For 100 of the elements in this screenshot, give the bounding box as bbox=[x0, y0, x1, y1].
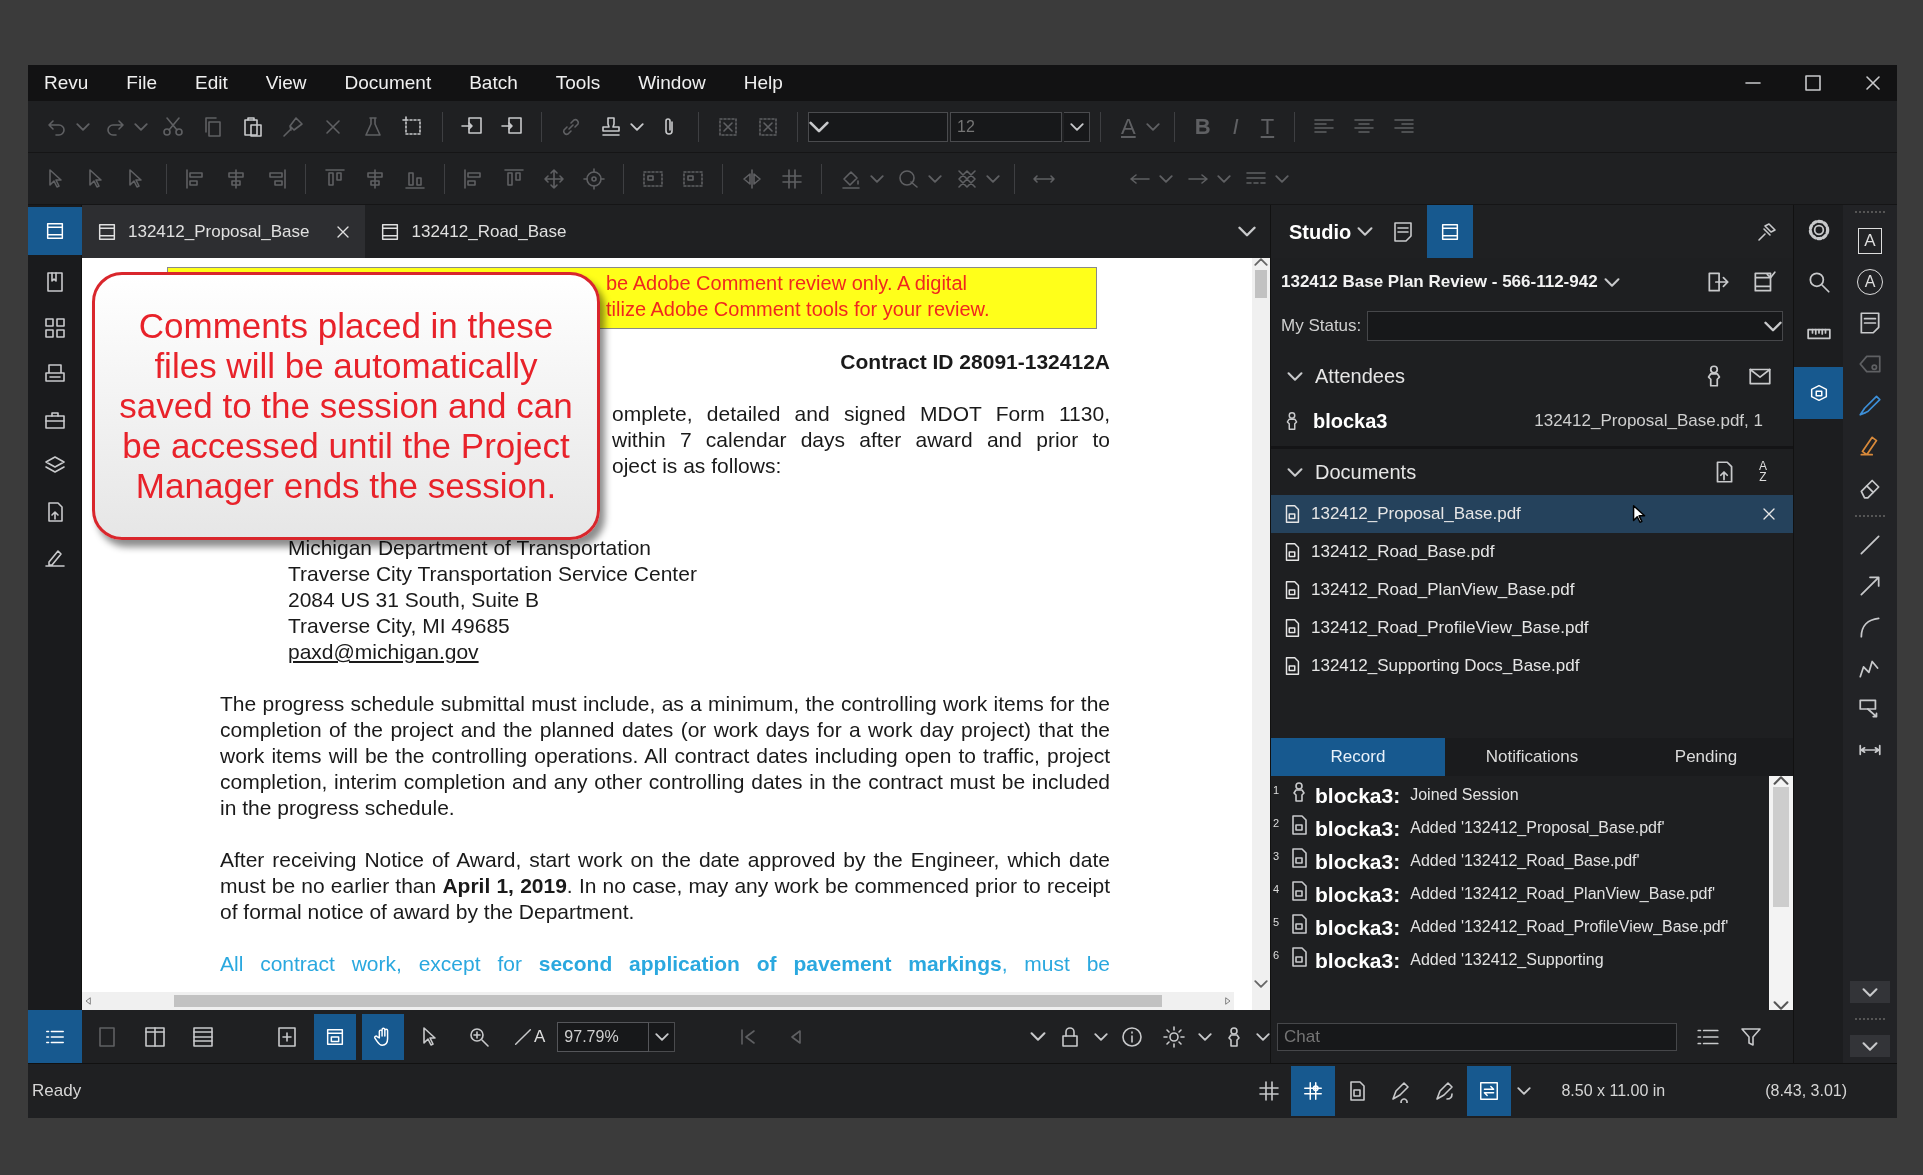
text-select-button[interactable]: A bbox=[506, 1022, 552, 1051]
record-text: Added '132412_Road_Base.pdf' bbox=[1410, 851, 1640, 871]
scroll-thumb[interactable] bbox=[174, 995, 1162, 1007]
caret-icon bbox=[1862, 987, 1878, 997]
info-icon[interactable] bbox=[1120, 1024, 1144, 1049]
document-row[interactable]: 132412_Road_PlanView_Base.pdf bbox=[1271, 571, 1793, 609]
user-name: blocka3: bbox=[1315, 816, 1401, 842]
section-toggle[interactable]: Documents bbox=[1281, 456, 1423, 488]
user-name: blocka3: bbox=[1315, 948, 1401, 974]
studio-menu[interactable]: Studio bbox=[1283, 215, 1380, 248]
menu-item[interactable]: Help bbox=[743, 68, 799, 98]
attendee-name: blocka3 bbox=[1313, 409, 1388, 434]
coordinates-text: (8.43, 3.01) bbox=[1765, 1081, 1847, 1101]
arrow-icon[interactable] bbox=[1857, 573, 1883, 599]
record-text: Joined Session bbox=[1410, 785, 1519, 805]
row-number: 2 bbox=[1273, 816, 1281, 831]
page-frame-button[interactable] bbox=[27, 207, 82, 255]
address-line: Traverse City, MI 49685 bbox=[288, 613, 511, 639]
row-number: 6 bbox=[1273, 948, 1281, 963]
address-line: Traverse City Transportation Service Center bbox=[288, 561, 698, 587]
row-number: 5 bbox=[1273, 915, 1281, 930]
menu-item[interactable]: Window bbox=[638, 68, 722, 98]
grid-icon[interactable] bbox=[42, 316, 67, 340]
menu-item[interactable]: Revu bbox=[44, 68, 105, 98]
scroll-down-button[interactable] bbox=[1850, 1035, 1890, 1057]
exit-icon[interactable] bbox=[1705, 269, 1731, 295]
menu-item[interactable]: File bbox=[126, 68, 173, 98]
section-toggle[interactable]: Attendees bbox=[1281, 360, 1412, 392]
menu-item[interactable]: Document bbox=[344, 68, 448, 98]
list-button[interactable] bbox=[27, 1010, 82, 1063]
panel-tab[interactable]: Notifications bbox=[1445, 738, 1619, 776]
scroll-down-button[interactable] bbox=[1850, 981, 1890, 1003]
caret-icon bbox=[1069, 122, 1084, 131]
sort-button[interactable]: A Z bbox=[1753, 460, 1773, 484]
document-row[interactable]: 132412_Supporting Docs_Base.pdf bbox=[1271, 647, 1793, 685]
pen-icon[interactable] bbox=[1857, 392, 1883, 418]
vertical-scrollbar[interactable] bbox=[1769, 776, 1793, 1010]
page-plus-icon[interactable] bbox=[275, 1024, 299, 1049]
target-icon[interactable] bbox=[582, 166, 606, 191]
brush-icon[interactable] bbox=[281, 114, 305, 139]
clipboard-icon[interactable] bbox=[241, 114, 265, 139]
text-box-tool[interactable]: A bbox=[1858, 228, 1882, 254]
attendee-detail: 132412_Proposal_Base.pdf, 1 bbox=[1534, 410, 1763, 433]
sync-button[interactable] bbox=[1467, 1066, 1512, 1116]
page-frame-button[interactable] bbox=[1427, 205, 1474, 258]
page-size-text: 8.50 x 11.00 in bbox=[1561, 1081, 1666, 1101]
split-v-icon[interactable] bbox=[143, 1024, 167, 1049]
caret-icon bbox=[1862, 1041, 1878, 1051]
document-row[interactable]: 132412_Proposal_Base.pdf bbox=[1271, 495, 1793, 533]
hash-icon[interactable] bbox=[780, 166, 804, 191]
user-name: blocka3: bbox=[1315, 882, 1401, 908]
scroll-up-icon bbox=[1773, 776, 1789, 785]
record-text: Added '132412_Proposal_Base.pdf' bbox=[1410, 818, 1665, 838]
zoom-field[interactable]: 97.79% bbox=[557, 1021, 650, 1052]
user-name: blocka3: bbox=[1315, 849, 1401, 875]
horizontal-scrollbar[interactable] bbox=[82, 992, 1234, 1010]
scroll-down-icon bbox=[1254, 980, 1268, 988]
record-text: Added '132412_Supporting bbox=[1410, 950, 1604, 970]
split-h-icon[interactable] bbox=[191, 1024, 215, 1049]
document-row[interactable]: 132412_Road_Base.pdf bbox=[1271, 533, 1793, 571]
flip-icon[interactable] bbox=[740, 166, 764, 191]
status-label: My Status: bbox=[1281, 315, 1362, 338]
menu-item[interactable]: Tools bbox=[555, 68, 617, 98]
sun-icon[interactable] bbox=[1162, 1024, 1186, 1049]
fit-page-button[interactable] bbox=[314, 1013, 356, 1060]
document-row[interactable]: 132412_Road_ProfileView_Base.pdf bbox=[1271, 609, 1793, 647]
frame-check-icon[interactable] bbox=[1751, 269, 1777, 295]
panel-tab[interactable]: Pending bbox=[1619, 738, 1793, 776]
menu-item[interactable]: Edit bbox=[195, 68, 244, 98]
caret-icon bbox=[1764, 320, 1782, 332]
scroll-thumb[interactable] bbox=[1773, 787, 1789, 907]
hand-button[interactable] bbox=[362, 1013, 404, 1060]
hash-dot-button[interactable] bbox=[1291, 1066, 1336, 1116]
record-text: Added '132412_Road_PlanView_Base.pdf' bbox=[1410, 884, 1715, 904]
panel-tab[interactable]: Record bbox=[1271, 738, 1445, 776]
menu-item[interactable]: Batch bbox=[469, 68, 534, 98]
scissors-icon[interactable] bbox=[161, 114, 185, 139]
dropdown-button[interactable] bbox=[649, 1021, 676, 1052]
stamp-icon[interactable] bbox=[599, 114, 623, 139]
document-tab[interactable]: 132412_Road_Base bbox=[365, 205, 579, 258]
dropdown-button[interactable] bbox=[1064, 111, 1090, 142]
email-link[interactable]: paxd@michigan.gov bbox=[288, 639, 479, 665]
row-number: 3 bbox=[1273, 849, 1281, 864]
vertical-scrollbar[interactable] bbox=[1252, 258, 1270, 1010]
font-size-field[interactable]: 12 bbox=[950, 111, 1062, 142]
document-tab[interactable]: 132412_Proposal_Base bbox=[82, 205, 366, 258]
chat-field[interactable]: Chat bbox=[1277, 1022, 1677, 1051]
caret-icon bbox=[1357, 227, 1374, 236]
note-icon[interactable] bbox=[1857, 310, 1883, 336]
sync-icon bbox=[1478, 1080, 1501, 1102]
hexagon-button[interactable] bbox=[1793, 367, 1844, 419]
user-name: blocka3: bbox=[1315, 783, 1401, 809]
session-dropdown[interactable]: 132412 Base Plan Review - 566-112-942 bbox=[1281, 269, 1620, 295]
grid-icon[interactable] bbox=[1257, 1079, 1282, 1103]
caret-icon bbox=[1287, 371, 1303, 381]
address-line: Michigan Department of Transportation bbox=[288, 535, 653, 561]
scroll-thumb[interactable] bbox=[1255, 270, 1267, 298]
menu-item[interactable]: View bbox=[265, 68, 323, 98]
move-icon[interactable] bbox=[542, 166, 566, 191]
scroll-down-icon bbox=[1773, 1001, 1789, 1010]
